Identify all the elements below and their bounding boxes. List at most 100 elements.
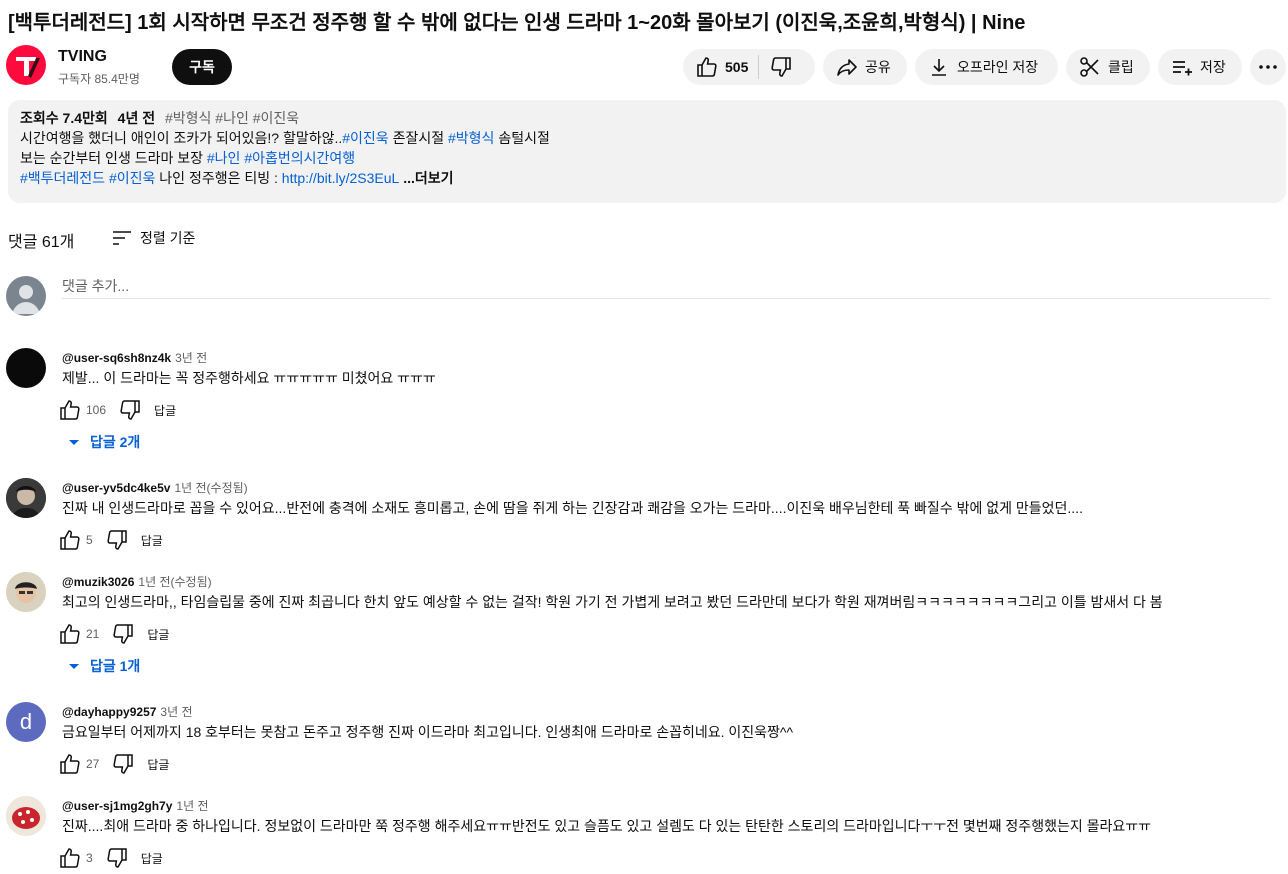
cake-photo-icon [6, 796, 46, 836]
comment-like-icon[interactable] [58, 398, 82, 422]
replies-label: 답글 2개 [90, 434, 141, 450]
replies-label: 답글 1개 [90, 658, 141, 674]
save-label: 저장 [1200, 59, 1226, 75]
dislike-button[interactable] [769, 55, 793, 79]
description-box[interactable]: 조회수 7.4만회 4년 전 #박형식 #나인 #이진욱 시간여행을 했더니 애… [8, 100, 1286, 203]
comment-text: 진짜....최애 드라마 중 하나입니다. 정보없이 드라마만 쭉 정주행 해주… [62, 818, 1151, 834]
scissors-icon [1078, 55, 1102, 79]
comment-like-count: 106 [86, 403, 107, 417]
upload-age: 4년 전 [117, 110, 156, 126]
comment-like-count: 3 [86, 851, 93, 865]
more-horizontal-icon [1259, 65, 1277, 69]
comment-time[interactable]: 1년 전 [176, 799, 208, 813]
subscribe-button[interactable]: 구독 [172, 49, 232, 85]
comment-time[interactable]: 3년 전 [160, 705, 192, 719]
clip-label: 클립 [1108, 59, 1134, 75]
default-user-icon [12, 285, 40, 314]
commenter-avatar[interactable]: d [6, 702, 46, 742]
add-comment-input[interactable]: 댓글 추가... [62, 276, 1270, 299]
hashtags-header[interactable]: #박형식 #나인 #이진욱 [165, 110, 299, 126]
comment-dislike-icon[interactable] [105, 528, 129, 552]
show-more-button[interactable]: ...더보기 [399, 170, 453, 186]
external-link[interactable]: http://bit.ly/2S3EuL [282, 170, 400, 186]
comment-like-count: 27 [86, 757, 100, 771]
comment-time[interactable]: 3년 전 [175, 351, 207, 365]
comment-like-count: 21 [86, 627, 100, 641]
comment-author[interactable]: @user-sq6sh8nz4k [62, 351, 171, 365]
comment-author[interactable]: @user-sj1mg2gh7y [62, 799, 172, 813]
tving-logo-icon [16, 57, 40, 78]
comment-like-icon[interactable] [58, 752, 82, 776]
comment-dislike-icon[interactable] [105, 846, 129, 870]
share-label: 공유 [865, 59, 891, 75]
comment-author[interactable]: @dayhappy9257 [62, 705, 156, 719]
chevron-down-icon [69, 664, 79, 669]
comment-text: 진짜 내 인생드라마로 꼽을 수 있어요...반전에 충격에 소재도 흥미롭고,… [62, 500, 1083, 516]
hashtag-link[interactable]: #박형식 [448, 130, 494, 146]
commenter-avatar[interactable] [6, 796, 46, 836]
comment-like-count: 5 [86, 533, 93, 547]
comment-like-icon[interactable] [58, 528, 82, 552]
thumbs-down-icon [771, 57, 792, 77]
description-text: 보는 순간부터 인생 드라마 보장 [20, 150, 207, 166]
hashtag-link[interactable]: #아홉번의시간여행 [244, 150, 355, 166]
offline-save-label: 오프라인 저장 [957, 59, 1039, 75]
avatar-letter: d [19, 709, 33, 734]
more-actions-button[interactable] [1250, 49, 1286, 85]
view-replies-button[interactable]: 답글 2개 [66, 432, 140, 452]
comment-count: 댓글 61개 [8, 234, 75, 251]
thumbs-up-icon [697, 57, 717, 77]
user-photo-icon [6, 572, 46, 612]
current-user-avatar [6, 276, 46, 316]
comment-author[interactable]: @muzik3026 [62, 575, 134, 589]
reply-button[interactable]: 답글 [154, 402, 176, 419]
comment-text: 금요일부터 어제까지 18 호부터는 못참고 돈주고 정주행 진짜 이드라마 최… [62, 724, 794, 740]
comment-dislike-icon[interactable] [111, 752, 135, 776]
comment-time[interactable]: 1년 전(수정됨) [138, 575, 211, 589]
clip-button[interactable]: 클립 [1066, 49, 1150, 85]
share-button[interactable]: 공유 [823, 49, 907, 85]
comment-dislike-icon[interactable] [111, 622, 135, 646]
channel-name[interactable]: TVING [58, 48, 107, 66]
save-to-playlist-button[interactable]: 저장 [1158, 49, 1242, 85]
like-button[interactable] [695, 55, 719, 79]
user-photo-icon [6, 478, 46, 518]
share-icon [835, 55, 859, 79]
playlist-add-icon [1170, 55, 1194, 79]
comment-time[interactable]: 1년 전(수정됨) [174, 481, 247, 495]
reply-button[interactable]: 답글 [147, 626, 169, 643]
download-icon [927, 55, 951, 79]
comment-text: 제발... 이 드라마는 꼭 정주행하세요 ㅠㅠㅠㅠㅠ 미쳤어요 ㅠㅠㅠ [62, 370, 436, 386]
comment-like-icon[interactable] [58, 622, 82, 646]
subscriber-count: 구독자 85.4만명 [58, 72, 140, 86]
commenter-avatar[interactable] [6, 348, 46, 388]
comment-like-icon[interactable] [58, 846, 82, 870]
sort-icon [113, 231, 131, 245]
comment-dislike-icon[interactable] [118, 398, 142, 422]
chevron-down-icon [69, 440, 79, 445]
sort-label: 정렬 기준 [140, 230, 196, 246]
hashtag-link[interactable]: #이진욱 [342, 130, 388, 146]
like-count: 505 [725, 59, 749, 75]
comment-author[interactable]: @user-yv5dc4ke5v [62, 481, 170, 495]
view-count: 조회수 7.4만회 [20, 110, 108, 126]
description-text: 나인 정주행은 티빙 : [155, 170, 282, 186]
sort-button[interactable]: 정렬 기준 [110, 226, 195, 250]
comment-text: 최고의 인생드라마,, 타임슬립물 중에 진짜 최곱니다 한치 앞도 예상할 수… [62, 594, 1163, 610]
reply-button[interactable]: 답글 [147, 756, 169, 773]
commenter-avatar[interactable] [6, 478, 46, 518]
description-text: 존잘시절 [388, 130, 449, 146]
description-text: 솜털시절 [494, 130, 550, 146]
reply-button[interactable]: 답글 [141, 532, 163, 549]
view-replies-button[interactable]: 답글 1개 [66, 656, 140, 676]
reply-button[interactable]: 답글 [141, 850, 163, 867]
video-title: [백투더레전드] 1회 시작하면 무조건 정주행 할 수 밖에 없다는 인생 드… [8, 12, 1026, 34]
hashtag-link[interactable]: #이진욱 [109, 170, 155, 186]
hashtag-link[interactable]: #백투더레전드 [20, 170, 105, 186]
hashtag-link[interactable]: #나인 [207, 150, 241, 166]
description-text: 시간여행을 했더니 애인이 조카가 되어있음!? 할말하않.. [20, 130, 343, 146]
commenter-avatar[interactable] [6, 572, 46, 612]
channel-avatar[interactable] [6, 45, 46, 85]
like-dislike-group: 505 [683, 49, 815, 85]
offline-save-button[interactable]: 오프라인 저장 [915, 49, 1058, 85]
